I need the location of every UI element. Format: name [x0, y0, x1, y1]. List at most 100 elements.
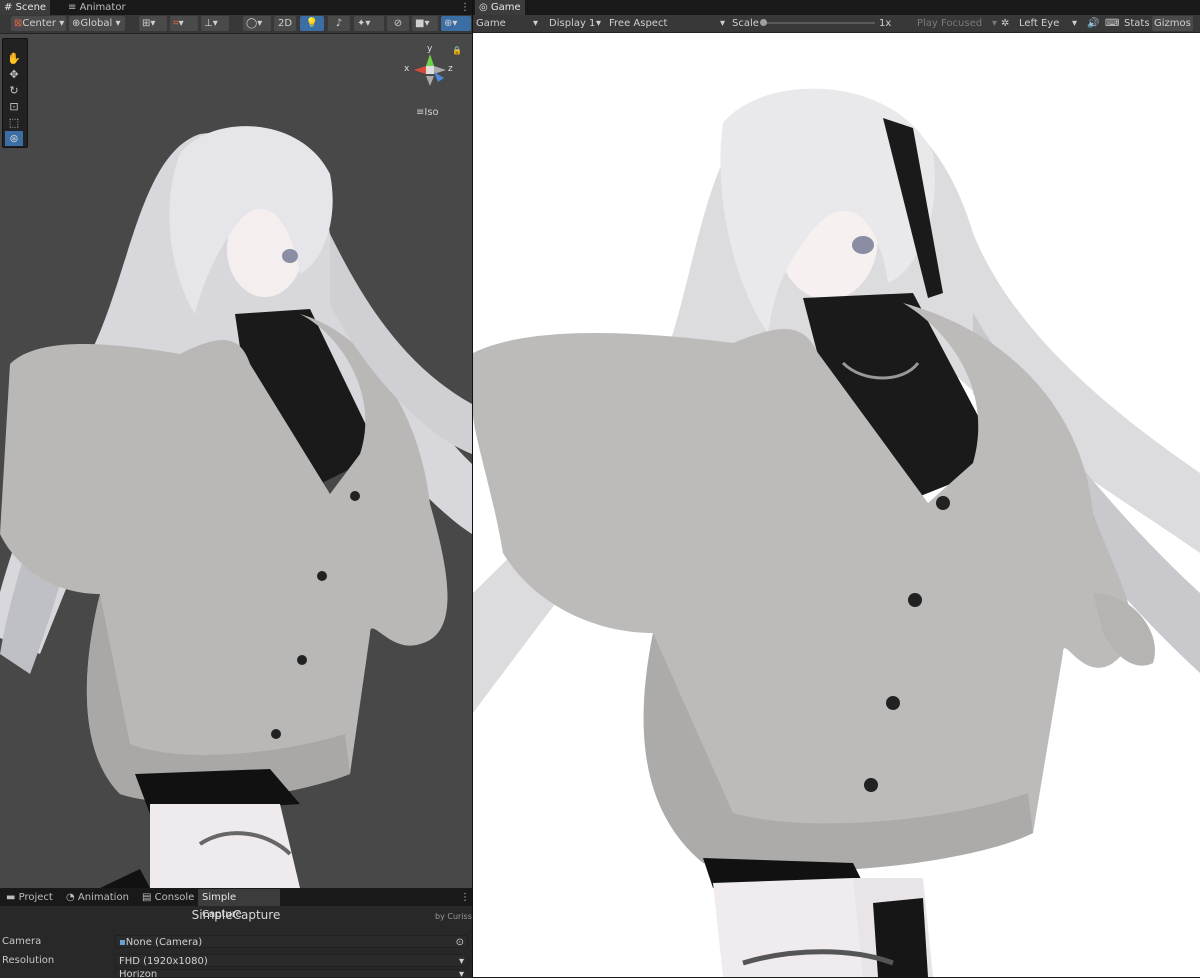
scene-panel: # Scene ≡ Animator ⋮ ⊠Center ▾ ⊕Global ▾…: [0, 0, 472, 888]
scale-slider-track[interactable]: [763, 22, 875, 24]
bug-icon[interactable]: ✲: [1001, 16, 1009, 31]
tab-simple-capture[interactable]: Simple Capture: [198, 889, 280, 920]
transform-tool-icon[interactable]: ⊛: [5, 131, 23, 146]
gamepad-icon: ◎: [479, 2, 488, 13]
tab-scene[interactable]: # Scene: [0, 0, 51, 15]
mute-audio-icon[interactable]: 🔊: [1087, 16, 1099, 31]
tab-project-label: Project: [18, 892, 53, 903]
scale-icon[interactable]: ⊡: [5, 99, 23, 114]
gizmos-button[interactable]: Gizmos: [1152, 16, 1193, 31]
scale-value: 1x: [879, 18, 892, 29]
object-picker-icon[interactable]: ⊙: [456, 936, 464, 949]
scene-tab-bar: # Scene ≡ Animator ⋮: [0, 0, 472, 15]
eye-label: Left Eye: [1019, 18, 1060, 29]
visibility-toggle[interactable]: ⊘: [387, 16, 409, 31]
hash-icon: #: [4, 2, 13, 13]
folder-icon: ▬: [6, 892, 16, 903]
eye-dropdown[interactable]: Left Eye ▾: [1019, 16, 1077, 31]
tool-palette: ✋ ✥ ↻ ⊡ ⬚ ⊛: [2, 38, 28, 148]
resolution-dropdown[interactable]: FHD (1920x1080) ▾: [115, 954, 468, 967]
scene-viewport[interactable]: y x z ≡Iso 🔒: [0, 34, 472, 888]
chevron-down-icon: ▾: [458, 956, 464, 967]
camera-icon: ■: [415, 18, 425, 29]
camera-small-icon: ▪: [119, 937, 126, 948]
character-model-scene: [0, 126, 472, 888]
draw-mode-button[interactable]: ◯▾: [243, 16, 271, 31]
grid-snap-button[interactable]: ⊞▾: [139, 16, 167, 31]
chevron-down-icon: ▾: [1071, 18, 1077, 29]
gizmos-dropdown[interactable]: ⊕▾: [441, 16, 471, 31]
console-icon: ▤: [142, 892, 152, 903]
projection-label: Iso: [424, 107, 439, 118]
simple-capture-panel: ▬ Project ◔ Animation ▤ Console Simple C…: [0, 888, 472, 978]
tab-console[interactable]: ▤ Console: [138, 889, 198, 906]
audio-toggle[interactable]: ♪: [328, 16, 350, 31]
keyboard-icon[interactable]: ⌨: [1105, 16, 1119, 31]
space-label: Global: [80, 18, 113, 29]
rotate-icon[interactable]: ↻: [5, 83, 23, 98]
grid-icon: ⊞: [142, 18, 151, 29]
tab-game[interactable]: ◎ Game: [475, 0, 525, 15]
pivot-dropdown[interactable]: ⊠Center ▾: [11, 16, 66, 31]
orientation-gizmo[interactable]: y x z: [404, 44, 456, 104]
gizmos-label: Gizmos: [1154, 18, 1191, 29]
scale-slider-thumb[interactable]: [760, 19, 767, 26]
snap-increment-button[interactable]: ⌗▾: [170, 16, 198, 31]
rect-tool-icon[interactable]: ⬚: [5, 115, 23, 130]
display-label: Display 1: [549, 18, 596, 29]
resolution-label: Resolution: [2, 955, 55, 966]
panel-title: SimpleCapture: [191, 908, 281, 922]
effects-dropdown[interactable]: ✦▾: [354, 16, 384, 31]
tab-animation-label: Animation: [77, 892, 129, 903]
lock-icon[interactable]: 🔒: [452, 46, 462, 55]
audio-icon: ♪: [335, 18, 343, 29]
game-toolbar: Game ▾ Display 1 ▾ Free Aspect ▾ Scale 1x P…: [473, 15, 1200, 33]
view-label: Game: [476, 18, 506, 29]
display-dropdown[interactable]: Display 1 ▾: [549, 16, 601, 31]
game-panel: ◎ Game Game ▾ Display 1 ▾ Free Aspect ▾ Sca…: [473, 0, 1200, 977]
mode-2d-button[interactable]: 2D: [274, 16, 296, 31]
align-icon: ⊥: [204, 18, 213, 29]
align-button[interactable]: ⊥▾: [201, 16, 229, 31]
hand-icon[interactable]: ✋: [5, 51, 23, 66]
sphere-icon: ◯: [246, 18, 258, 29]
pivot-label: Center: [22, 18, 57, 29]
aspect-label: Free Aspect: [609, 18, 668, 29]
animator-icon: ≡: [68, 2, 77, 13]
author-byline: by Curiss: [435, 912, 472, 921]
chevron-down-icon: ▾: [991, 18, 997, 29]
snap-icon: ⌗: [173, 18, 179, 29]
space-dropdown[interactable]: ⊕Global ▾: [69, 16, 125, 31]
tab-project[interactable]: ▬ Project: [2, 889, 57, 906]
bottom-tab-bar: ▬ Project ◔ Animation ▤ Console Simple C…: [0, 889, 472, 920]
bulb-icon: 💡: [305, 18, 319, 29]
camera-label: Camera: [2, 936, 42, 947]
animation-icon: ◔: [66, 892, 75, 903]
tab-console-label: Console: [154, 892, 195, 903]
camera-dropdown[interactable]: ■▾: [412, 16, 438, 31]
chevron-down-icon: ▾: [719, 18, 725, 29]
tab-game-label: Game: [490, 2, 521, 13]
scene-toolbar: ⊠Center ▾ ⊕Global ▾ ⊞▾ ⌗▾ ⊥▾ ◯▾ 2D 💡 ♪ ✦…: [0, 15, 472, 34]
camera-field[interactable]: ▪None (Camera) ⊙: [115, 935, 468, 948]
stats-label: Stats: [1124, 18, 1150, 29]
view-dropdown[interactable]: Game ▾: [476, 16, 538, 31]
game-tab-bar: ◎ Game: [473, 0, 1200, 15]
axis-z-label: z: [448, 64, 453, 74]
tab-animation[interactable]: ◔ Animation: [62, 889, 133, 906]
stats-button[interactable]: Stats: [1124, 16, 1150, 31]
move-icon[interactable]: ✥: [5, 67, 23, 82]
gizmo-globe-icon: ⊕: [444, 18, 453, 29]
play-mode-dropdown[interactable]: Play Focused ▾: [917, 16, 997, 31]
tab-animator[interactable]: ≡ Animator: [64, 0, 130, 15]
axis-x-label: x: [404, 64, 410, 74]
eye-slash-icon: ⊘: [393, 18, 403, 29]
aspect-dropdown[interactable]: Free Aspect ▾: [609, 16, 725, 31]
camera-value: None (Camera): [125, 937, 203, 948]
game-viewport[interactable]: [473, 33, 1200, 977]
resolution-value: FHD (1920x1080): [119, 956, 208, 967]
scale-label: Scale: [732, 18, 759, 29]
chevron-down-icon: ▾: [532, 18, 538, 29]
lighting-toggle[interactable]: 💡: [300, 16, 324, 31]
projection-toggle[interactable]: ≡Iso: [416, 107, 439, 118]
